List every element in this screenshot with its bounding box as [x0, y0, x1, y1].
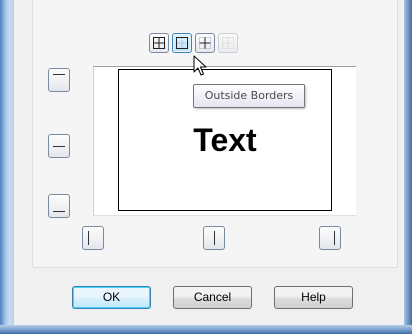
vertical-border-icon	[214, 231, 215, 245]
tooltip-outside-borders: Outside Borders	[193, 84, 305, 108]
bottom-border-icon	[53, 211, 65, 212]
inside-borders-icon	[199, 37, 211, 49]
left-border-button[interactable]	[82, 226, 104, 250]
inside-vertical-border-button[interactable]	[203, 226, 225, 250]
outside-borders-button[interactable]	[172, 33, 192, 53]
window-frame-right	[404, 0, 412, 334]
right-border-button[interactable]	[319, 226, 341, 250]
ok-button[interactable]: OK	[72, 286, 151, 309]
window-frame-left	[0, 0, 14, 334]
top-border-button[interactable]	[48, 68, 70, 92]
preview-text: Text	[193, 122, 257, 158]
no-borders-icon	[222, 37, 234, 49]
outside-borders-icon	[176, 37, 188, 49]
top-border-icon	[53, 74, 65, 75]
bottom-border-button[interactable]	[48, 194, 70, 218]
window-frame-bottom	[0, 325, 412, 334]
help-button[interactable]: Help	[274, 286, 353, 309]
mouse-cursor-icon	[193, 55, 207, 76]
cancel-button[interactable]: Cancel	[173, 286, 252, 309]
inside-borders-button[interactable]	[195, 33, 215, 53]
all-borders-icon	[153, 37, 165, 49]
format-borders-dialog: Text OK Cancel Help	[14, 0, 404, 325]
no-borders-button[interactable]	[218, 33, 238, 53]
horizontal-border-icon	[53, 146, 65, 147]
all-borders-button[interactable]	[149, 33, 169, 53]
inside-horizontal-border-button[interactable]	[48, 134, 70, 158]
left-border-icon	[88, 231, 89, 245]
right-border-icon	[334, 231, 335, 245]
